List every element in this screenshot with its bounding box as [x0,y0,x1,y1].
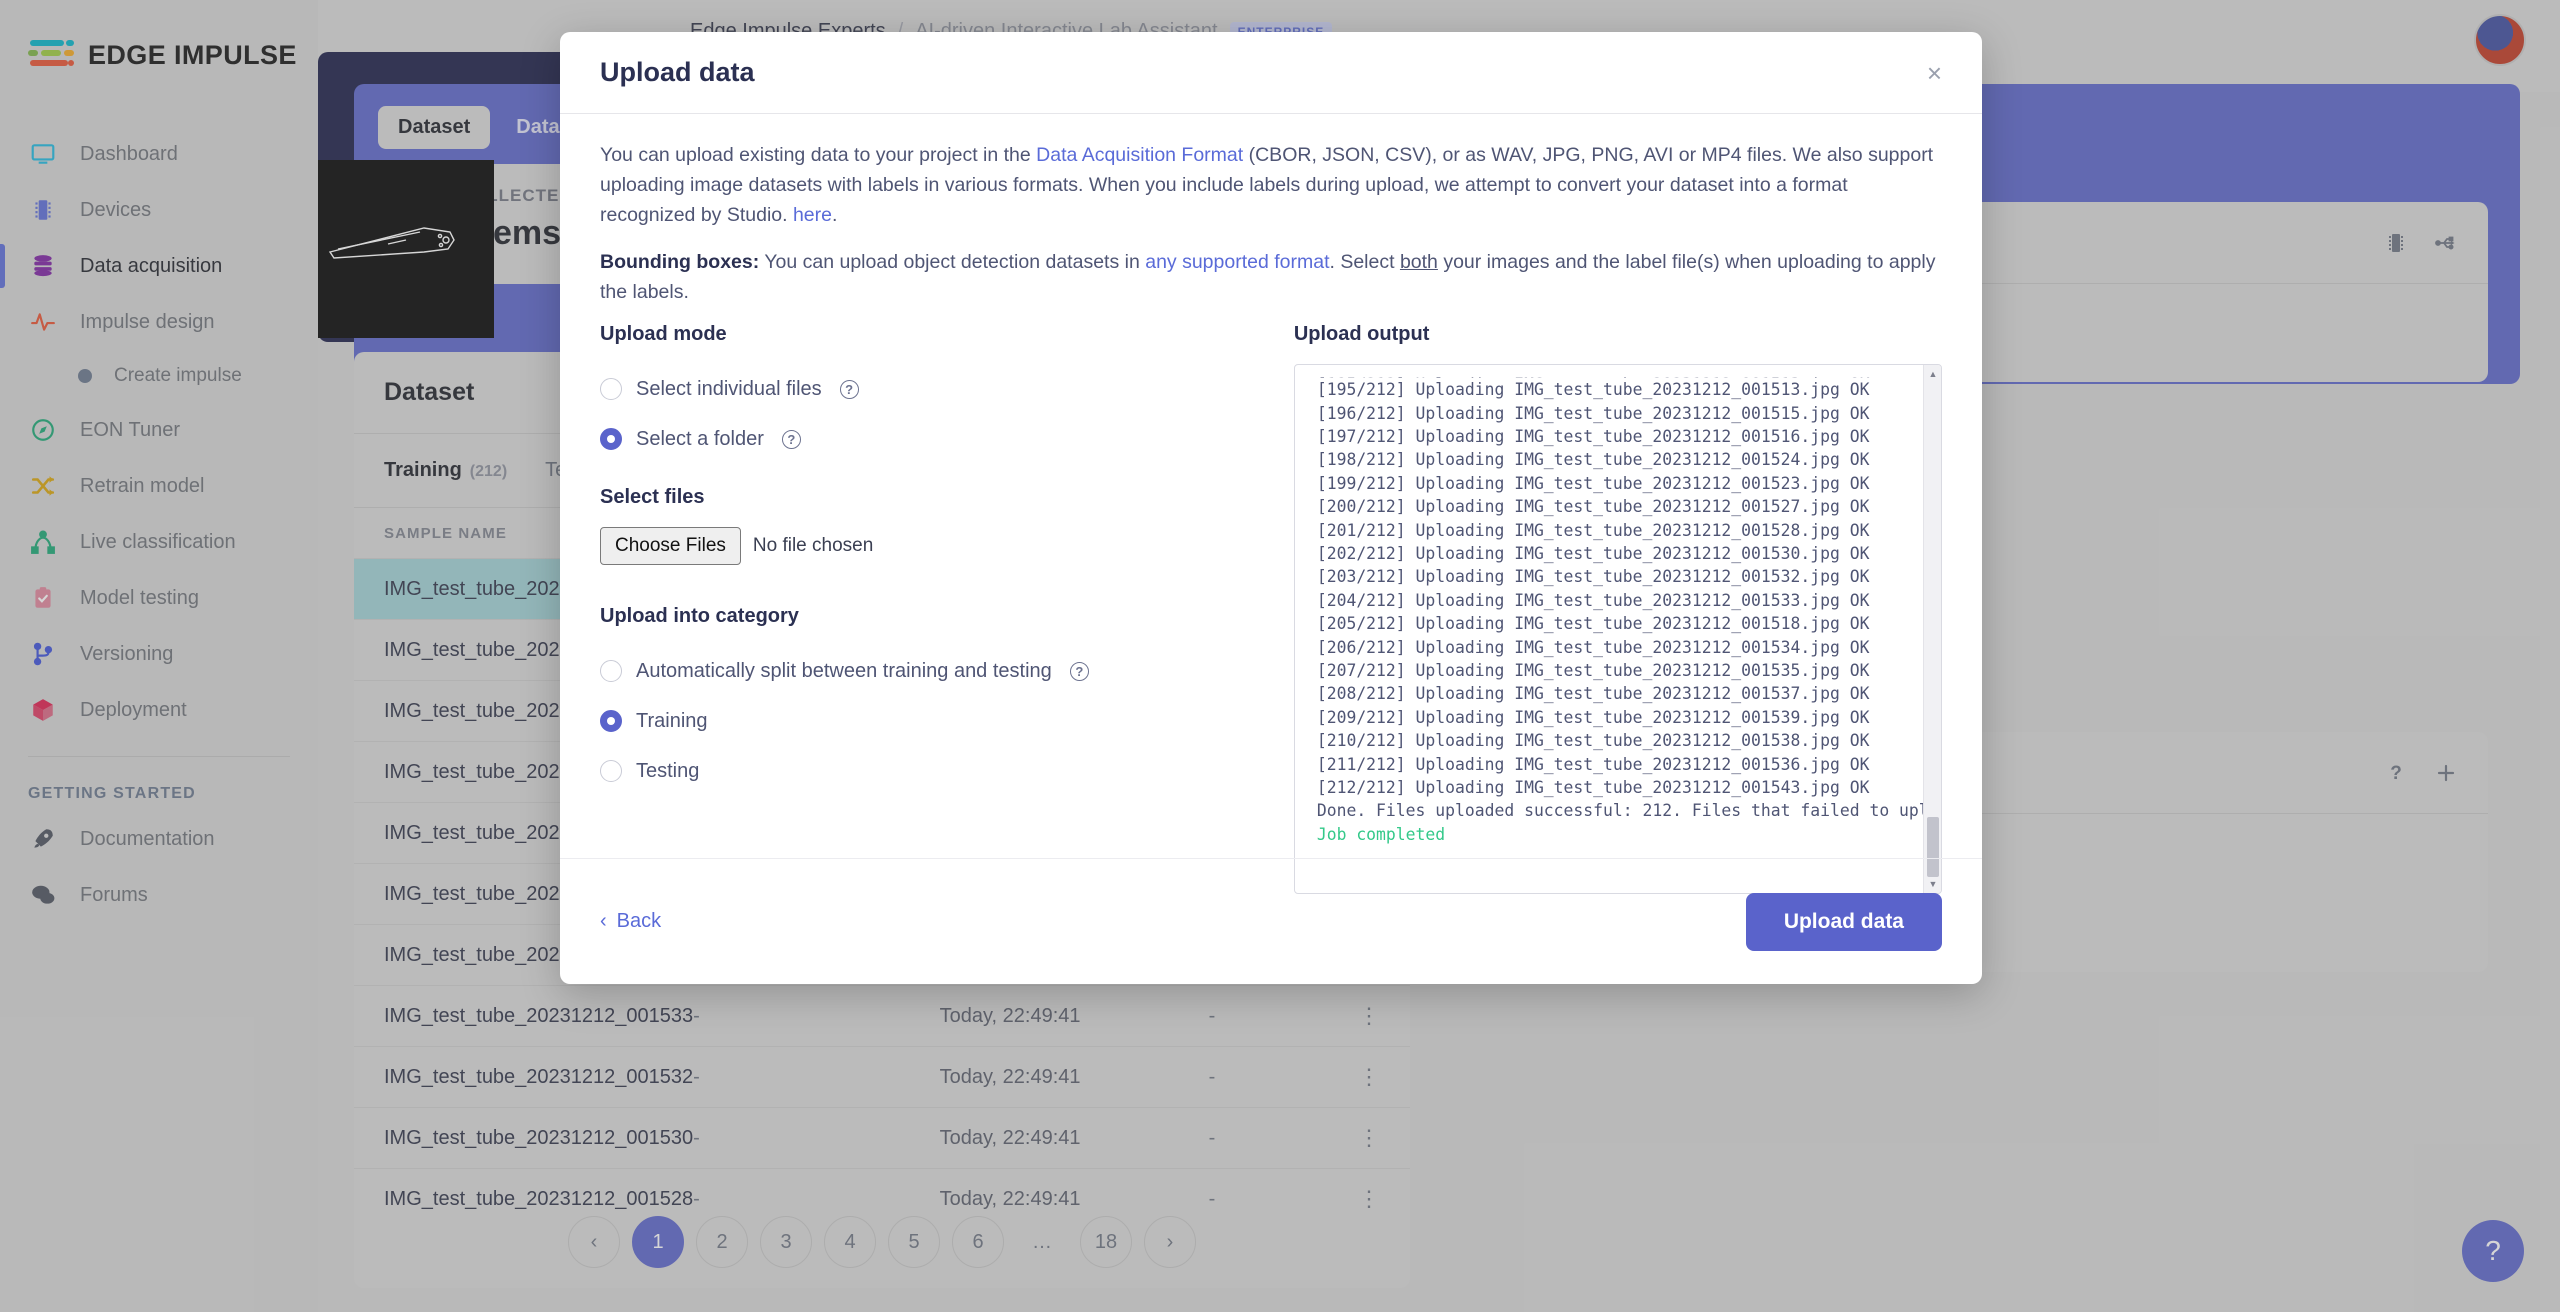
chevron-left-icon: ‹ [600,910,607,932]
here-link[interactable]: here [793,204,832,226]
upload-mode-title: Upload mode [600,323,727,346]
back-button[interactable]: ‹ Back [600,910,661,933]
help-icon[interactable]: ? [781,429,801,449]
any-supported-format-link[interactable]: any supported format [1145,251,1329,273]
modal-footer: ‹ Back Upload data [560,858,1982,984]
radio-label: Automatically split between training and… [636,659,1052,682]
intro-text-a: You can upload existing data to your pro… [600,144,1037,166]
radio-icon[interactable] [600,428,622,451]
modal-header: Upload data × [560,32,1982,114]
upload-into-category-title: Upload into category [600,605,799,628]
bounding-boxes-label: Bounding boxes: [600,250,760,273]
intro-paragraph: You can upload existing data to your pro… [600,140,1942,231]
bbox-text-a: You can upload object detection datasets… [759,250,1146,273]
upload-output-log[interactable]: [195/212] Uploading IMG_test_tube_202312… [1293,364,1942,895]
radio-icon[interactable] [600,660,622,683]
radio-auto-split[interactable]: Automatically split between training and… [600,646,1258,696]
help-icon[interactable]: ? [839,379,859,399]
radio-icon[interactable] [600,710,622,733]
upload-output-log-text: [195/212] Uploading IMG_test_tube_202312… [1316,375,1942,844]
radio-select-a-folder[interactable]: Select a folder ? [600,414,1258,464]
radio-label: Select a folder [636,427,764,450]
data-acquisition-format-link[interactable]: Data Acquisition Format [1036,144,1243,166]
log-scrollbar[interactable]: ▲ ▼ [1923,365,1941,894]
radio-select-individual-files[interactable]: Select individual files ? [600,364,1258,414]
modal-body: You can upload existing data to your pro… [560,114,1982,895]
upload-output-title: Upload output [1293,323,1430,346]
close-icon[interactable]: × [1927,60,1942,86]
modal-right-column: Upload output [195/212] Uploading IMG_te… [1293,323,1942,895]
bbox-both-emphasis: both [1399,250,1438,273]
choose-files-button[interactable]: Choose Files [600,527,741,566]
modal-title: Upload data [600,57,755,87]
modal-left-column: Upload mode Select individual files ? Se… [600,323,1258,894]
select-files-title: Select files [600,486,705,509]
bounding-boxes-paragraph: Bounding boxes: You can upload object de… [600,247,1942,307]
help-icon[interactable]: ? [1069,661,1089,681]
bbox-text-b: . Select [1329,250,1400,273]
radio-label: Training [636,709,708,732]
file-input-group[interactable]: Choose Files No file chosen [600,527,1258,566]
scroll-up-icon[interactable]: ▲ [1924,365,1941,383]
intro-text-c: . [831,204,838,227]
radio-icon[interactable] [600,760,622,783]
app-root: EDGE IMPULSE Dashboard Devices Data acqu… [0,0,2560,1312]
radio-training[interactable]: Training [600,696,1258,746]
radio-icon[interactable] [600,378,622,401]
radio-label: Select individual files [636,377,822,400]
no-file-chosen-text: No file chosen [752,535,874,557]
upload-data-button[interactable]: Upload data [1745,892,1942,951]
back-label: Back [616,910,662,932]
radio-label: Testing [636,759,700,782]
upload-data-modal: Upload data × You can upload existing da… [560,32,1982,984]
radio-testing[interactable]: Testing [600,746,1258,796]
modal-columns: Upload mode Select individual files ? Se… [600,323,1942,895]
